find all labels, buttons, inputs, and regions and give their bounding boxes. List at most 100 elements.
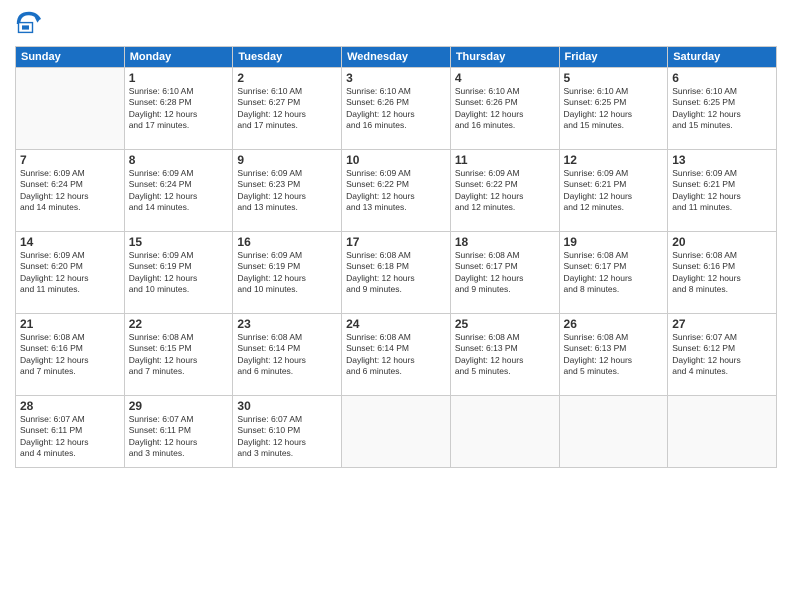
calendar-header-tuesday: Tuesday	[233, 47, 342, 68]
calendar-cell: 27Sunrise: 6:07 AM Sunset: 6:12 PM Dayli…	[668, 314, 777, 396]
day-number: 22	[129, 317, 229, 331]
calendar-week-row: 28Sunrise: 6:07 AM Sunset: 6:11 PM Dayli…	[16, 396, 777, 468]
day-info: Sunrise: 6:08 AM Sunset: 6:14 PM Dayligh…	[237, 332, 337, 378]
day-number: 1	[129, 71, 229, 85]
calendar-cell: 4Sunrise: 6:10 AM Sunset: 6:26 PM Daylig…	[450, 68, 559, 150]
calendar-cell: 26Sunrise: 6:08 AM Sunset: 6:13 PM Dayli…	[559, 314, 668, 396]
day-number: 4	[455, 71, 555, 85]
day-number: 9	[237, 153, 337, 167]
day-info: Sunrise: 6:10 AM Sunset: 6:28 PM Dayligh…	[129, 86, 229, 132]
calendar-cell: 16Sunrise: 6:09 AM Sunset: 6:19 PM Dayli…	[233, 232, 342, 314]
calendar-cell: 22Sunrise: 6:08 AM Sunset: 6:15 PM Dayli…	[124, 314, 233, 396]
day-info: Sunrise: 6:07 AM Sunset: 6:12 PM Dayligh…	[672, 332, 772, 378]
calendar-cell: 14Sunrise: 6:09 AM Sunset: 6:20 PM Dayli…	[16, 232, 125, 314]
day-number: 10	[346, 153, 446, 167]
calendar-header-row: SundayMondayTuesdayWednesdayThursdayFrid…	[16, 47, 777, 68]
calendar-cell: 23Sunrise: 6:08 AM Sunset: 6:14 PM Dayli…	[233, 314, 342, 396]
day-number: 27	[672, 317, 772, 331]
day-info: Sunrise: 6:08 AM Sunset: 6:14 PM Dayligh…	[346, 332, 446, 378]
day-number: 21	[20, 317, 120, 331]
day-info: Sunrise: 6:08 AM Sunset: 6:17 PM Dayligh…	[455, 250, 555, 296]
day-info: Sunrise: 6:10 AM Sunset: 6:27 PM Dayligh…	[237, 86, 337, 132]
calendar-cell	[16, 68, 125, 150]
day-info: Sunrise: 6:09 AM Sunset: 6:21 PM Dayligh…	[672, 168, 772, 214]
day-info: Sunrise: 6:09 AM Sunset: 6:22 PM Dayligh…	[346, 168, 446, 214]
page: SundayMondayTuesdayWednesdayThursdayFrid…	[0, 0, 792, 612]
calendar-header-sunday: Sunday	[16, 47, 125, 68]
day-number: 23	[237, 317, 337, 331]
day-number: 29	[129, 399, 229, 413]
calendar-cell	[559, 396, 668, 468]
day-number: 2	[237, 71, 337, 85]
calendar-cell	[450, 396, 559, 468]
day-number: 26	[564, 317, 664, 331]
day-info: Sunrise: 6:09 AM Sunset: 6:24 PM Dayligh…	[129, 168, 229, 214]
day-info: Sunrise: 6:08 AM Sunset: 6:15 PM Dayligh…	[129, 332, 229, 378]
day-info: Sunrise: 6:09 AM Sunset: 6:19 PM Dayligh…	[237, 250, 337, 296]
day-number: 13	[672, 153, 772, 167]
day-info: Sunrise: 6:07 AM Sunset: 6:11 PM Dayligh…	[129, 414, 229, 460]
day-info: Sunrise: 6:08 AM Sunset: 6:16 PM Dayligh…	[20, 332, 120, 378]
day-number: 28	[20, 399, 120, 413]
day-info: Sunrise: 6:09 AM Sunset: 6:23 PM Dayligh…	[237, 168, 337, 214]
day-number: 5	[564, 71, 664, 85]
calendar-cell	[342, 396, 451, 468]
calendar-cell: 20Sunrise: 6:08 AM Sunset: 6:16 PM Dayli…	[668, 232, 777, 314]
calendar-cell: 6Sunrise: 6:10 AM Sunset: 6:25 PM Daylig…	[668, 68, 777, 150]
calendar-cell: 15Sunrise: 6:09 AM Sunset: 6:19 PM Dayli…	[124, 232, 233, 314]
calendar-cell: 12Sunrise: 6:09 AM Sunset: 6:21 PM Dayli…	[559, 150, 668, 232]
calendar-cell: 10Sunrise: 6:09 AM Sunset: 6:22 PM Dayli…	[342, 150, 451, 232]
day-number: 25	[455, 317, 555, 331]
day-number: 14	[20, 235, 120, 249]
calendar-cell: 17Sunrise: 6:08 AM Sunset: 6:18 PM Dayli…	[342, 232, 451, 314]
calendar-cell: 30Sunrise: 6:07 AM Sunset: 6:10 PM Dayli…	[233, 396, 342, 468]
day-info: Sunrise: 6:09 AM Sunset: 6:19 PM Dayligh…	[129, 250, 229, 296]
day-info: Sunrise: 6:10 AM Sunset: 6:25 PM Dayligh…	[564, 86, 664, 132]
calendar-header-thursday: Thursday	[450, 47, 559, 68]
calendar-header-monday: Monday	[124, 47, 233, 68]
day-number: 30	[237, 399, 337, 413]
logo	[15, 10, 46, 38]
day-number: 3	[346, 71, 446, 85]
calendar-cell: 19Sunrise: 6:08 AM Sunset: 6:17 PM Dayli…	[559, 232, 668, 314]
day-number: 18	[455, 235, 555, 249]
calendar-week-row: 21Sunrise: 6:08 AM Sunset: 6:16 PM Dayli…	[16, 314, 777, 396]
calendar-cell: 28Sunrise: 6:07 AM Sunset: 6:11 PM Dayli…	[16, 396, 125, 468]
calendar-cell: 21Sunrise: 6:08 AM Sunset: 6:16 PM Dayli…	[16, 314, 125, 396]
calendar-cell: 9Sunrise: 6:09 AM Sunset: 6:23 PM Daylig…	[233, 150, 342, 232]
day-info: Sunrise: 6:08 AM Sunset: 6:13 PM Dayligh…	[455, 332, 555, 378]
day-info: Sunrise: 6:10 AM Sunset: 6:26 PM Dayligh…	[455, 86, 555, 132]
day-info: Sunrise: 6:07 AM Sunset: 6:11 PM Dayligh…	[20, 414, 120, 460]
calendar-header-saturday: Saturday	[668, 47, 777, 68]
day-info: Sunrise: 6:08 AM Sunset: 6:18 PM Dayligh…	[346, 250, 446, 296]
day-number: 16	[237, 235, 337, 249]
day-info: Sunrise: 6:09 AM Sunset: 6:21 PM Dayligh…	[564, 168, 664, 214]
day-number: 6	[672, 71, 772, 85]
day-info: Sunrise: 6:10 AM Sunset: 6:26 PM Dayligh…	[346, 86, 446, 132]
day-info: Sunrise: 6:09 AM Sunset: 6:22 PM Dayligh…	[455, 168, 555, 214]
day-info: Sunrise: 6:08 AM Sunset: 6:16 PM Dayligh…	[672, 250, 772, 296]
calendar-cell: 24Sunrise: 6:08 AM Sunset: 6:14 PM Dayli…	[342, 314, 451, 396]
day-number: 7	[20, 153, 120, 167]
calendar-week-row: 7Sunrise: 6:09 AM Sunset: 6:24 PM Daylig…	[16, 150, 777, 232]
day-number: 11	[455, 153, 555, 167]
header	[15, 10, 777, 38]
day-info: Sunrise: 6:08 AM Sunset: 6:17 PM Dayligh…	[564, 250, 664, 296]
day-number: 19	[564, 235, 664, 249]
calendar-cell: 13Sunrise: 6:09 AM Sunset: 6:21 PM Dayli…	[668, 150, 777, 232]
day-number: 24	[346, 317, 446, 331]
calendar-cell: 25Sunrise: 6:08 AM Sunset: 6:13 PM Dayli…	[450, 314, 559, 396]
day-number: 20	[672, 235, 772, 249]
logo-icon	[15, 10, 43, 38]
calendar: SundayMondayTuesdayWednesdayThursdayFrid…	[15, 46, 777, 468]
day-number: 8	[129, 153, 229, 167]
day-info: Sunrise: 6:09 AM Sunset: 6:24 PM Dayligh…	[20, 168, 120, 214]
calendar-cell: 29Sunrise: 6:07 AM Sunset: 6:11 PM Dayli…	[124, 396, 233, 468]
calendar-cell: 8Sunrise: 6:09 AM Sunset: 6:24 PM Daylig…	[124, 150, 233, 232]
calendar-cell: 1Sunrise: 6:10 AM Sunset: 6:28 PM Daylig…	[124, 68, 233, 150]
calendar-cell: 18Sunrise: 6:08 AM Sunset: 6:17 PM Dayli…	[450, 232, 559, 314]
day-number: 17	[346, 235, 446, 249]
calendar-header-wednesday: Wednesday	[342, 47, 451, 68]
day-info: Sunrise: 6:08 AM Sunset: 6:13 PM Dayligh…	[564, 332, 664, 378]
day-number: 15	[129, 235, 229, 249]
